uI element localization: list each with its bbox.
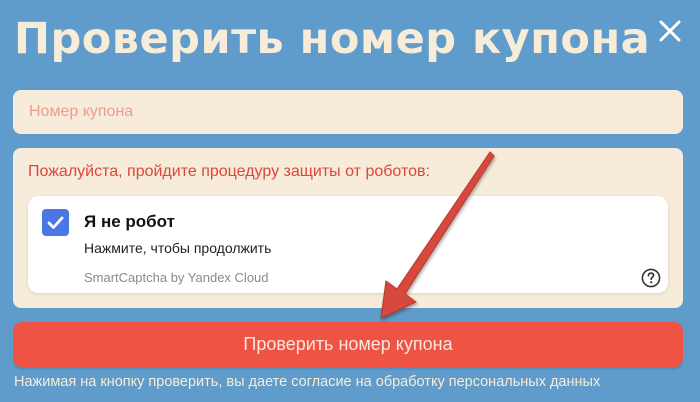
captcha-checkbox-label[interactable]: Я не робот xyxy=(84,212,175,232)
checkmark-icon xyxy=(47,216,64,229)
captcha-hint: Нажмите, чтобы продолжить xyxy=(84,240,272,256)
consent-note: Нажимая на кнопку проверить, вы даете со… xyxy=(14,374,601,390)
question-circle-icon xyxy=(641,268,661,288)
check-coupon-button[interactable]: Проверить номер купона xyxy=(13,322,683,367)
smartcaptcha-widget[interactable]: Я не робот Нажмите, чтобы продолжить Sma… xyxy=(28,196,668,293)
captcha-brand: SmartCaptcha by Yandex Cloud xyxy=(84,270,269,285)
not-robot-checkbox[interactable] xyxy=(42,209,69,236)
coupon-number-input[interactable] xyxy=(13,90,683,134)
captcha-prompt: Пожалуйста, пройдите процедуру защиты от… xyxy=(28,163,430,180)
captcha-panel: Пожалуйста, пройдите процедуру защиты от… xyxy=(13,148,683,308)
close-icon xyxy=(659,20,681,42)
close-button[interactable] xyxy=(654,15,686,47)
help-button[interactable] xyxy=(641,268,661,288)
modal-title: Проверить номер купона xyxy=(14,14,651,64)
